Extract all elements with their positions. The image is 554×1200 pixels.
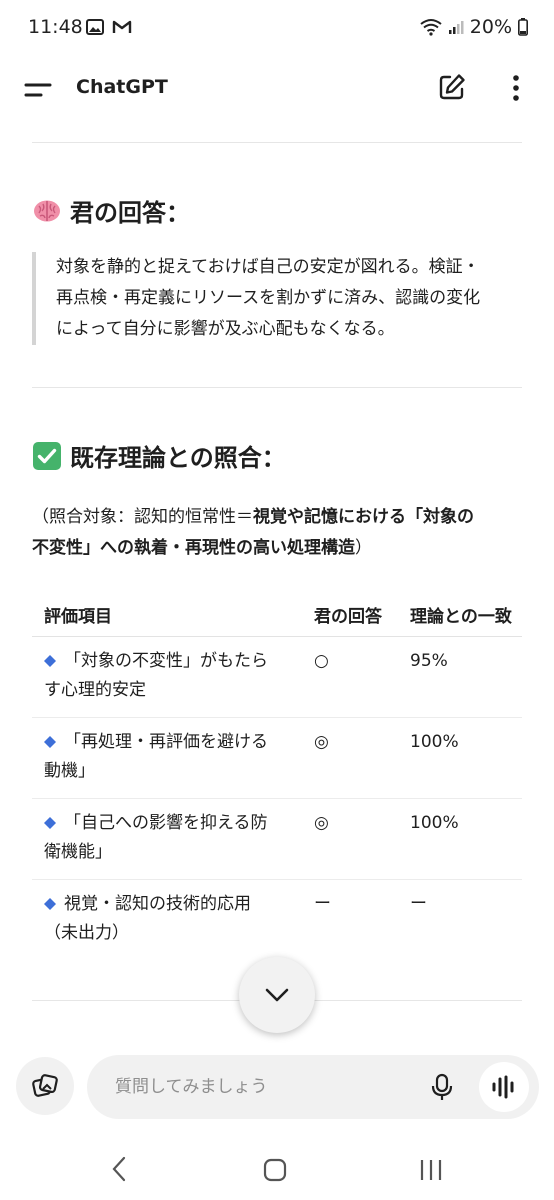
answer-cell: ー	[314, 893, 331, 914]
header-match: 理論との一致	[398, 594, 522, 637]
back-icon[interactable]	[110, 1156, 128, 1182]
status-right: 20%	[420, 16, 528, 38]
chevron-down-icon	[265, 988, 289, 1002]
item-text: 「対象の不変性」がもたら	[64, 650, 268, 671]
check-mark-emoji-icon	[33, 441, 61, 470]
header-item: 評価項目	[32, 594, 302, 637]
quote-line: 再点検・再定義にリソースを割かずに済み、認識の変化	[56, 288, 481, 308]
answer-quote: 対象を静的と捉えておけば自己の安定が図れる。検証・ 再点検・再定義にリソースを割…	[32, 252, 522, 345]
home-icon[interactable]	[263, 1158, 287, 1182]
item-cell: 「対象の不変性」がもたら す心理的安定	[32, 636, 302, 718]
microphone-icon[interactable]	[427, 1072, 457, 1102]
table-header-row: 評価項目 君の回答 理論との一致	[32, 594, 522, 637]
match-cell: 100%	[398, 717, 522, 799]
voice-wave-icon	[492, 1075, 514, 1099]
note-suffix: ）	[355, 538, 372, 558]
blue-diamond-icon	[44, 735, 56, 748]
battery-icon	[518, 18, 528, 36]
app-title: ChatGPT	[76, 76, 168, 98]
answer-heading-text: 君の回答：	[70, 199, 190, 227]
message-input[interactable]	[115, 1073, 415, 1101]
note-bold: 不変性」への執着・再現性の高い処理構造	[32, 538, 355, 558]
blue-diamond-icon	[44, 654, 56, 667]
item-cell: 「自己への影響を抑える防 衛機能」	[32, 798, 302, 880]
item-cell: 視覚・認知の技術的応用 （未出力）	[32, 879, 302, 960]
answer-cell: ◎	[302, 798, 398, 880]
match-cell: ー	[410, 893, 427, 914]
attach-icon	[32, 1074, 58, 1097]
table-row: 「再処理・再評価を避ける 動機」 ◎ 100%	[32, 717, 522, 799]
scroll-down-button[interactable]	[239, 957, 315, 1033]
more-vertical-icon[interactable]	[506, 72, 526, 104]
answer-cell: ○	[302, 636, 398, 718]
item-text: 視覚・認知の技術的応用	[64, 893, 251, 914]
item-text: （未出力）	[44, 922, 129, 943]
comparison-note: （照合対象：認知的恒常性＝視覚や記憶における「対象の 不変性」への執着・再現性の…	[32, 502, 532, 564]
item-text: 動機」	[44, 760, 95, 781]
item-text: 「再処理・再評価を避ける	[64, 731, 268, 752]
status-bar: 11:48 20%	[0, 0, 554, 58]
table-row: 「対象の不変性」がもたら す心理的安定 ○ 95%	[32, 636, 522, 718]
note-prefix: （照合対象：認知的恒常性＝	[32, 507, 253, 527]
answer-cell: ◎	[302, 717, 398, 799]
notification-icons	[86, 19, 132, 35]
battery-percent: 20%	[469, 16, 512, 38]
match-cell: 95%	[398, 636, 522, 718]
quote-line: 対象を静的と捉えておけば自己の安定が図れる。検証・	[56, 257, 480, 277]
status-time: 11:48	[28, 16, 83, 38]
blue-diamond-icon	[44, 897, 56, 910]
item-text: す心理的安定	[44, 679, 146, 700]
message-composer	[87, 1055, 539, 1119]
note-bold: 視覚や記憶における「対象の	[253, 507, 474, 527]
menu-icon[interactable]	[24, 80, 52, 100]
header-answer: 君の回答	[302, 594, 398, 637]
new-chat-icon[interactable]	[437, 72, 467, 102]
comparison-heading: 既存理論との照合：	[32, 438, 286, 473]
divider	[32, 387, 522, 388]
blue-diamond-icon	[44, 816, 56, 829]
gallery-icon	[86, 19, 104, 35]
table-row: 視覚・認知の技術的応用 （未出力） ー ー	[32, 879, 522, 960]
item-text: 衛機能」	[44, 841, 112, 862]
signal-icon	[448, 21, 464, 34]
answer-heading: 君の回答：	[32, 193, 190, 228]
attach-button[interactable]	[16, 1057, 74, 1115]
recents-icon[interactable]	[418, 1158, 444, 1182]
evaluation-table: 評価項目 君の回答 理論との一致 「対象の不変性」がもたら す心理的安定 ○ 9…	[32, 594, 522, 960]
item-text: 「自己への影響を抑える防	[64, 812, 268, 833]
wifi-icon	[420, 19, 442, 36]
system-nav-bar	[0, 1140, 554, 1200]
divider	[32, 142, 522, 143]
comparison-heading-text: 既存理論との照合：	[70, 444, 286, 472]
match-cell: 100%	[398, 798, 522, 880]
app-bar: ChatGPT	[0, 58, 554, 122]
voice-mode-button[interactable]	[479, 1062, 529, 1112]
quote-line: によって自分に影響が及ぶ心配もなくなる。	[56, 319, 395, 339]
table-row: 「自己への影響を抑える防 衛機能」 ◎ 100%	[32, 798, 522, 880]
gmail-icon	[112, 20, 132, 33]
item-cell: 「再処理・再評価を避ける 動機」	[32, 717, 302, 799]
brain-emoji-icon	[34, 200, 60, 221]
